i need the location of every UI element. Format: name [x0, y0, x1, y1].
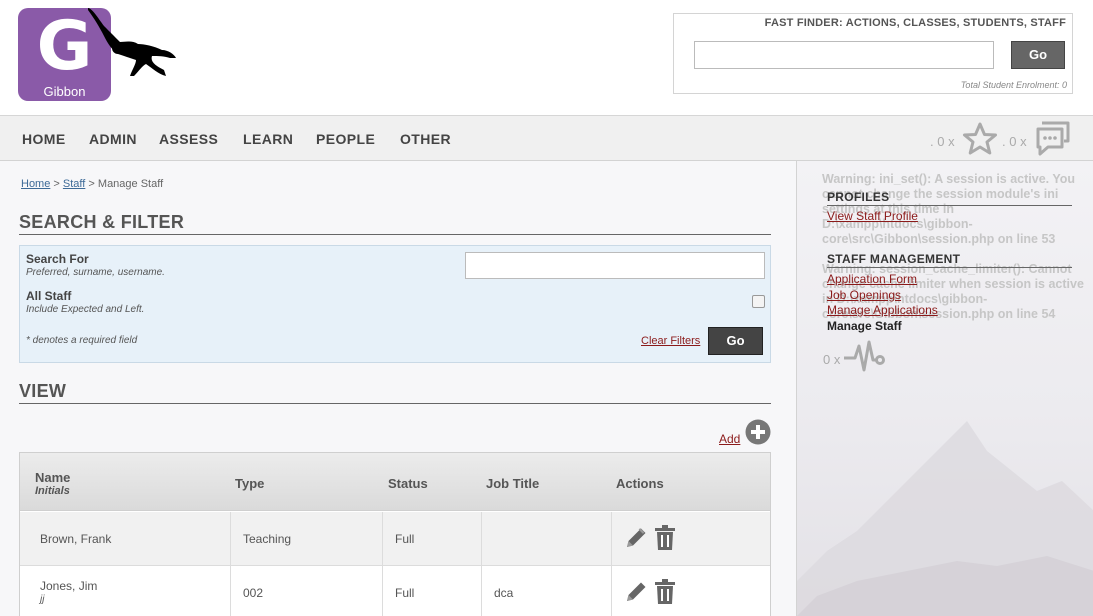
breadcrumb-staff[interactable]: Staff [63, 178, 85, 190]
all-staff-checkbox[interactable] [752, 295, 765, 308]
clear-filters-link[interactable]: Clear Filters [641, 335, 700, 347]
add-link[interactable]: Add [719, 432, 740, 446]
search-filter-heading: SEARCH & FILTER [19, 212, 185, 232]
messages-count: . 0 x [1002, 134, 1027, 149]
view-staff-profile-link[interactable]: View Staff Profile [827, 209, 918, 223]
nav-home[interactable]: HOME [22, 131, 66, 147]
edit-icon[interactable] [624, 580, 648, 604]
gibbon-silhouette-icon [88, 8, 176, 76]
search-for-hint: Preferred, surname, username. [26, 267, 165, 278]
col-name[interactable]: Name [35, 470, 70, 485]
profiles-heading: PROFILES [827, 190, 1072, 206]
col-job-title[interactable]: Job Title [486, 476, 539, 491]
all-staff-hint: Include Expected and Left. [26, 304, 145, 315]
delete-icon[interactable] [654, 579, 676, 605]
cell-type: Teaching [243, 532, 292, 546]
likes-count: . 0 x [930, 134, 955, 149]
required-field-note: * denotes a required field [26, 335, 138, 346]
cell-job-title: dca [494, 586, 514, 600]
mountain-background [797, 421, 1093, 616]
fast-finder-go-button[interactable]: Go [1011, 41, 1065, 69]
search-go-button[interactable]: Go [708, 327, 763, 355]
fast-finder-title: FAST FINDER: ACTIONS, CLASSES, STUDENTS,… [764, 17, 1066, 29]
nav-admin[interactable]: ADMIN [89, 131, 137, 147]
cell-status: Full [395, 532, 415, 546]
main-content: Home > Staff > Manage Staff SEARCH & FIL… [0, 161, 796, 616]
cell-type: 002 [243, 586, 264, 600]
pulse-icon[interactable] [843, 338, 885, 374]
total-enrolment-text: Total Student Enrolment: 0 [960, 80, 1067, 90]
nav-learn[interactable]: LEARN [243, 131, 293, 147]
breadcrumb-separator: > [88, 178, 95, 190]
view-heading: VIEW [19, 381, 67, 401]
fast-finder-panel: FAST FINDER: ACTIONS, CLASSES, STUDENTS,… [673, 13, 1073, 94]
cell-status: Full [395, 586, 415, 600]
alarm-count: 0 x [823, 352, 841, 367]
staff-management-heading: STAFF MANAGEMENT [827, 252, 1072, 268]
logo-name: Gibbon [43, 84, 86, 99]
column-divider [481, 566, 482, 616]
cell-name: Jones, Jim [40, 579, 98, 593]
breadcrumb-current: Manage Staff [97, 178, 164, 190]
col-status[interactable]: Status [388, 476, 428, 491]
search-for-label: Search For [26, 252, 89, 266]
column-divider [611, 566, 612, 616]
heading-rule [19, 403, 771, 404]
col-initials: Initials [35, 485, 70, 497]
page-header: G Gibbon FAST FINDER: ACTIONS, CLASSES, … [0, 0, 1093, 116]
edit-icon[interactable] [624, 526, 648, 550]
manage-staff-link[interactable]: Manage Staff [827, 319, 902, 333]
delete-icon[interactable] [654, 525, 676, 551]
fast-finder-input[interactable] [694, 41, 994, 69]
staff-table: Name Initials Type Status Job Title Acti… [19, 452, 771, 616]
breadcrumb-separator: > [53, 178, 60, 190]
search-filter-form: Search For Preferred, surname, username.… [19, 245, 771, 363]
nav-assess[interactable]: ASSESS [159, 131, 218, 147]
table-row: Brown, Frank Teaching Full [20, 512, 770, 566]
cell-name: Brown, Frank [40, 532, 112, 546]
column-divider [230, 512, 231, 566]
column-divider [611, 512, 612, 566]
search-input[interactable] [465, 252, 765, 279]
cell-initials: jj [40, 594, 45, 605]
column-divider [382, 512, 383, 566]
breadcrumb-home[interactable]: Home [21, 178, 50, 190]
column-divider [230, 566, 231, 616]
main-menu: HOME ADMIN ASSESS LEARN PEOPLE OTHER . 0… [0, 116, 1093, 161]
breadcrumb: Home > Staff > Manage Staff [21, 178, 163, 190]
message-wall-icon[interactable] [1034, 121, 1072, 157]
star-icon[interactable] [962, 121, 998, 157]
all-staff-label: All Staff [26, 289, 72, 303]
table-row: Jones, Jim jj 002 Full dca [20, 566, 770, 616]
manage-applications-link[interactable]: Manage Applications [827, 303, 938, 317]
application-form-link[interactable]: Application Form [827, 272, 917, 286]
col-type[interactable]: Type [235, 476, 264, 491]
table-header: Name Initials Type Status Job Title Acti… [20, 453, 770, 511]
sidebar: Warning: ini_set(): A session is active.… [796, 161, 1093, 616]
job-openings-link[interactable]: Job Openings [827, 288, 901, 302]
column-divider [382, 566, 383, 616]
nav-other[interactable]: OTHER [400, 131, 451, 147]
nav-people[interactable]: PEOPLE [316, 131, 375, 147]
column-divider [481, 512, 482, 566]
col-actions: Actions [616, 476, 664, 491]
heading-rule [19, 234, 771, 235]
add-icon[interactable] [745, 419, 771, 445]
